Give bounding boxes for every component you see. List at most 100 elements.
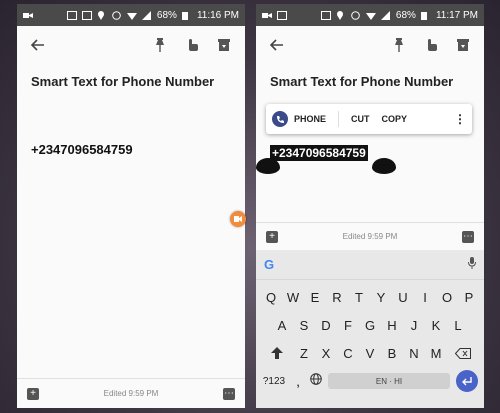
note-title[interactable]: Smart Text for Phone Number	[270, 74, 453, 89]
key[interactable]: S	[294, 314, 314, 336]
add-button[interactable]: +	[27, 387, 39, 400]
keyboard-row-3: Z X C V B N M	[256, 342, 484, 364]
image-icon	[66, 10, 77, 20]
alarm-icon	[351, 10, 361, 20]
key[interactable]: Z	[294, 342, 314, 364]
key[interactable]: Q	[261, 286, 281, 308]
edited-timestamp: Edited 9:59 PM	[103, 389, 159, 398]
edited-timestamp: Edited 9:59 PM	[342, 232, 398, 241]
key[interactable]: U	[393, 286, 413, 308]
google-icon[interactable]: G	[264, 257, 274, 272]
key[interactable]: H	[382, 314, 402, 336]
keyboard-row-2: A S D F G H J K L	[256, 314, 484, 336]
key[interactable]: P	[459, 286, 479, 308]
archive-button[interactable]	[452, 34, 474, 56]
key[interactable]: N	[404, 342, 424, 364]
selection-handle-end[interactable]	[372, 158, 396, 174]
wifi-icon	[126, 11, 137, 20]
archive-icon	[457, 39, 469, 51]
key[interactable]: M	[426, 342, 446, 364]
key[interactable]: O	[437, 286, 457, 308]
status-bar: 68% 11:17 PM	[256, 4, 484, 26]
clock: 11:16 PM	[196, 9, 239, 21]
key[interactable]: W	[283, 286, 303, 308]
cut-action[interactable]: CUT	[351, 114, 370, 124]
globe-icon[interactable]	[310, 372, 322, 390]
add-button[interactable]: +	[266, 230, 278, 243]
shift-key[interactable]	[262, 342, 292, 364]
key[interactable]: X	[316, 342, 336, 364]
enter-arrow-icon	[462, 376, 472, 385]
spacebar[interactable]: EN · HI	[328, 373, 450, 389]
key[interactable]: I	[415, 286, 435, 308]
pin-button[interactable]	[388, 34, 410, 56]
left-phone-screen: 68% 11:16 PM Smart Text for Phone Number…	[17, 4, 245, 408]
phone-icon	[272, 111, 288, 127]
note-title[interactable]: Smart Text for Phone Number	[31, 74, 214, 89]
comma-key[interactable]: ,	[292, 374, 304, 389]
key[interactable]: B	[382, 342, 402, 364]
key[interactable]: E	[305, 286, 325, 308]
key[interactable]: A	[272, 314, 292, 336]
video-icon	[262, 11, 272, 20]
location-icon	[97, 10, 107, 20]
key[interactable]: V	[360, 342, 380, 364]
keyboard-toolbar: G	[256, 250, 484, 280]
menu-divider	[338, 111, 340, 127]
image-icon	[277, 10, 287, 20]
pin-icon	[156, 38, 164, 52]
enter-button[interactable]	[456, 370, 478, 392]
video-icon	[23, 11, 33, 20]
more-options-button[interactable]: ⋯	[223, 387, 235, 400]
backspace-key[interactable]	[448, 342, 478, 364]
screen-recorder-badge[interactable]	[230, 211, 246, 227]
cast-icon	[320, 10, 331, 20]
back-button[interactable]	[266, 34, 288, 56]
key[interactable]: L	[448, 314, 468, 336]
archive-icon	[218, 39, 230, 51]
key[interactable]: R	[327, 286, 347, 308]
back-button[interactable]	[27, 34, 49, 56]
hand-reminder-icon	[428, 39, 437, 51]
more-options-button[interactable]: ⋯	[462, 230, 474, 243]
reminder-button[interactable]	[181, 34, 203, 56]
note-body[interactable]: +2347096584759	[31, 142, 133, 157]
symbols-key[interactable]: ?123	[262, 376, 286, 387]
mic-icon[interactable]	[468, 256, 476, 274]
smart-text-menu: PHONE CUT COPY ⋮	[266, 104, 472, 134]
key[interactable]: K	[426, 314, 446, 336]
note-toolbar	[17, 26, 245, 64]
reminder-button[interactable]	[420, 34, 442, 56]
note-bottom-bar: + Edited 9:59 PM ⋯	[256, 222, 484, 250]
note-toolbar	[256, 26, 484, 64]
key[interactable]: F	[338, 314, 358, 336]
keyboard-bottom-row: ?123 , EN · HI	[256, 370, 484, 392]
key[interactable]: T	[349, 286, 369, 308]
copy-action[interactable]: COPY	[382, 114, 408, 124]
wifi-icon	[365, 11, 376, 20]
clock: 11:17 PM	[435, 9, 478, 21]
pin-icon	[395, 38, 403, 52]
key[interactable]: C	[338, 342, 358, 364]
key[interactable]: Y	[371, 286, 391, 308]
battery-level: 68%	[395, 9, 416, 21]
signal-icon	[141, 10, 152, 20]
back-arrow-icon	[31, 39, 44, 51]
key[interactable]: D	[316, 314, 336, 336]
phone-action[interactable]: PHONE	[294, 114, 326, 124]
key[interactable]: J	[404, 314, 424, 336]
keyboard-row-1: Q W E R T Y U I O P	[256, 286, 484, 308]
key[interactable]: G	[360, 314, 380, 336]
battery-icon	[420, 11, 431, 20]
selected-phone-number[interactable]: +2347096584759	[270, 145, 368, 161]
right-phone-screen: 68% 11:17 PM Smart Text for Phone Number…	[256, 4, 484, 408]
signal-icon	[380, 10, 391, 20]
battery-icon	[181, 11, 192, 20]
selection-handle-start[interactable]	[256, 158, 280, 174]
pin-button[interactable]	[149, 34, 171, 56]
back-arrow-icon	[270, 39, 283, 51]
more-vert-icon[interactable]: ⋮	[454, 112, 466, 126]
location-icon	[336, 10, 346, 20]
hand-reminder-icon	[189, 39, 198, 51]
archive-button[interactable]	[213, 34, 235, 56]
